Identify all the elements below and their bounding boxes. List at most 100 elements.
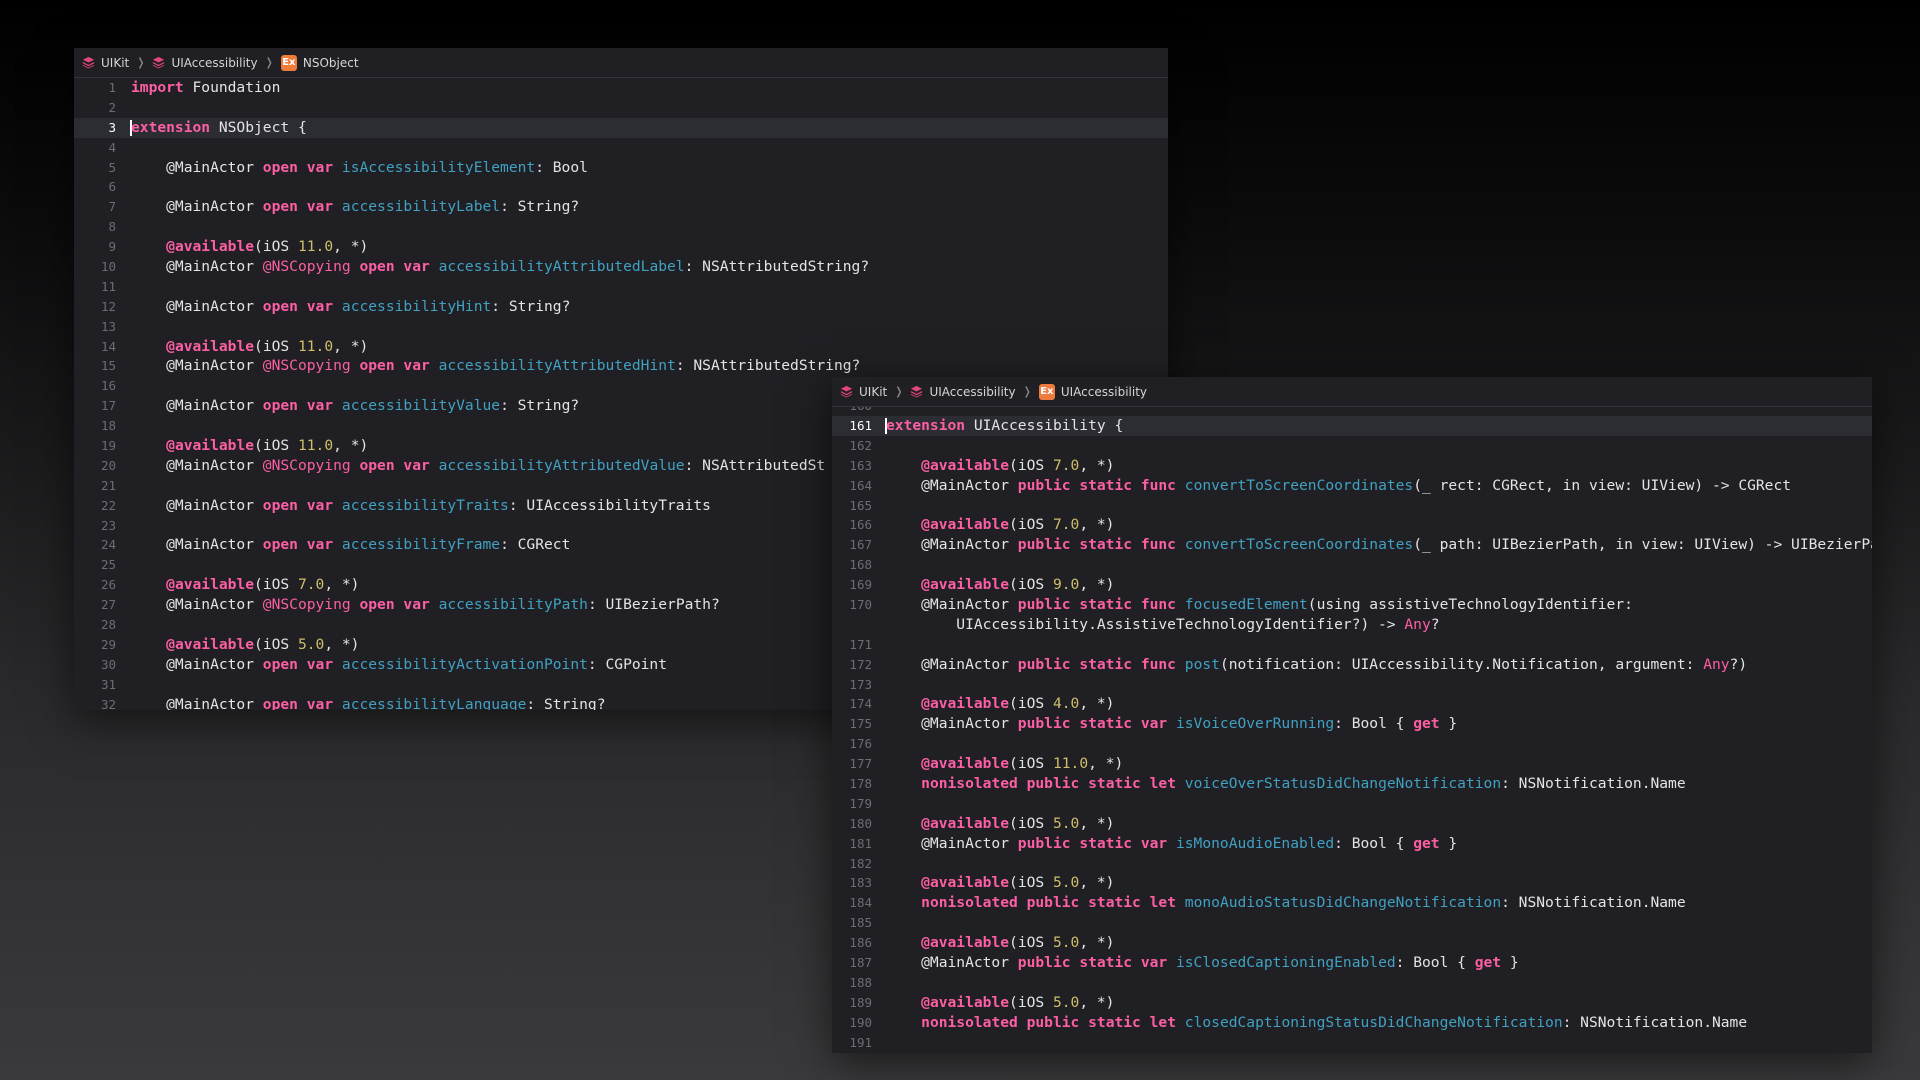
code-line[interactable]: 171 [832,635,1872,655]
line-number: 167 [849,537,872,553]
code-line[interactable]: 172 @MainActor public static func post(n… [832,655,1872,675]
code-line[interactable]: 174 @available(iOS 4.0, *) [832,694,1872,714]
code-line[interactable]: 175 @MainActor public static var isVoice… [832,714,1872,734]
code-token: public [1017,715,1071,733]
code-line[interactable]: 10 @MainActor @NSCopying open var access… [74,257,1168,277]
breadcrumb-item[interactable]: UIKit [840,385,887,399]
line-number: 7 [108,199,116,215]
code-line[interactable]: 166 @available(iOS 7.0, *) [832,515,1872,535]
code-token: var [306,397,334,415]
code-line[interactable]: 11 [74,277,1168,297]
code-line[interactable]: 164 @MainActor public static func conver… [832,476,1872,496]
code-token: (iOS [1009,695,1053,713]
code-token: 7.0 [297,576,325,594]
code-line[interactable]: 13 [74,317,1168,337]
code-token: ?) [1729,655,1748,673]
code-line[interactable]: 7 @MainActor open var accessibilityLabel… [74,197,1168,217]
code-token: (iOS [1009,576,1053,594]
line-number: 172 [849,656,872,672]
code-line[interactable]: 1 import Foundation [74,78,1168,98]
line-content: @available(iOS 9.0, *) [872,575,1114,595]
code-line[interactable]: 5 @MainActor open var isAccessibilityEle… [74,158,1168,178]
code-token: var [306,536,334,554]
code-line[interactable]: 9 @available(iOS 11.0, *) [74,237,1168,257]
code-token: func [1140,536,1176,554]
line-content: @MainActor public static func convertToS… [872,476,1791,496]
line-content [116,317,131,337]
code-line[interactable]: 163 @available(iOS 7.0, *) [832,456,1872,476]
code-area[interactable]: 160 161extension UIAccessibility {162163… [832,407,1872,1053]
editor-right[interactable]: UIKit ❭ UIAccessibility ❭ Ex UIAccessibility … [832,377,1872,1053]
code-token: public [1017,596,1071,614]
line-content: @available(iOS 11.0, *) [116,237,368,257]
code-line[interactable]: 179 [832,794,1872,814]
code-token: extension [131,118,211,136]
code-line[interactable]: 3 extension NSObject { [74,117,1168,138]
code-line[interactable]: 167 @MainActor public static func conver… [832,535,1872,555]
code-line[interactable]: 168 [832,555,1872,575]
code-token: let [1149,1013,1176,1031]
code-line[interactable]: 192 @available(iOS 6.0, *) [832,1053,1872,1054]
line-number: 14 [100,338,116,354]
code-token: static [1079,655,1133,673]
line-number: 29 [100,636,116,652]
code-line[interactable]: 189 @available(iOS 5.0, *) [832,993,1872,1013]
code-line[interactable]: 185 [832,913,1872,933]
code-token: var [1140,715,1168,733]
code-token: Any [1404,615,1431,633]
code-line[interactable]: 12 @MainActor open var accessibilityHint… [74,297,1168,317]
code-token: public [1026,775,1080,793]
code-line[interactable]: 2 [74,98,1168,118]
code-line[interactable]: 6 [74,177,1168,197]
code-token: : NSAttributedString? [675,357,861,375]
code-line[interactable]: 165 [832,496,1872,516]
code-line[interactable]: 178 nonisolated public static let voiceO… [832,774,1872,794]
code-line[interactable]: 162 [832,436,1872,456]
code-line[interactable]: 14 @available(iOS 11.0, *) [74,337,1168,357]
line-number: 25 [100,557,116,573]
code-line[interactable]: 187 @MainActor public static var isClose… [832,953,1872,973]
code-line[interactable]: 191 [832,1033,1872,1053]
code-token: UIAccessibility.AssistiveTechnologyIdent… [886,615,1405,633]
code-line[interactable]: 181 @MainActor public static var isMonoA… [832,834,1872,854]
breadcrumb-item[interactable]: UIAccessibility [910,385,1016,399]
code-line[interactable]: 161 extension UIAccessibility { [832,416,1872,436]
breadcrumb-item[interactable]: Ex NSObject [280,54,359,71]
code-token: open [262,655,298,673]
code-line[interactable]: 183 @available(iOS 5.0, *) [832,873,1872,893]
breadcrumb-item[interactable]: Ex UIAccessibility [1038,383,1147,400]
code-line[interactable]: 15 @MainActor @NSCopying open var access… [74,356,1168,376]
code-line[interactable]: 8 [74,217,1168,237]
code-line[interactable]: 177 @available(iOS 11.0, *) [832,754,1872,774]
code-line[interactable]: UIAccessibility.AssistiveTechnologyIdent… [832,615,1872,635]
code-line[interactable]: 169 @available(iOS 9.0, *) [832,575,1872,595]
line-number: 174 [849,696,872,712]
code-line[interactable]: 4 [74,138,1168,158]
code-line[interactable]: 180 @available(iOS 5.0, *) [832,814,1872,834]
breadcrumb-item[interactable]: UIKit [82,56,129,70]
code-line[interactable]: 184 nonisolated public static let monoAu… [832,893,1872,913]
code-line[interactable]: 190 nonisolated public static let closed… [832,1013,1872,1033]
code-line[interactable]: 170 @MainActor public static func focuse… [832,595,1872,615]
code-line[interactable]: 173 [832,675,1872,695]
code-token: , *) [1088,755,1124,773]
code-token: accessibilityValue [341,397,501,415]
code-token: (iOS [1009,456,1053,474]
code-line[interactable]: 186 @available(iOS 5.0, *) [832,933,1872,953]
code-line[interactable]: 182 [832,854,1872,874]
code-line[interactable]: 176 [832,734,1872,754]
code-token: accessibilityPath [438,596,588,614]
breadcrumb-item[interactable]: UIAccessibility [152,56,258,70]
line-number: 30 [100,656,116,672]
code-line[interactable]: 188 [832,973,1872,993]
code-token: 5.0 [1052,993,1080,1011]
line-content: @available(iOS 11.0, *) [116,337,368,357]
jump-bar: UIKit ❭ UIAccessibility ❭ Ex UIAccessibility [832,377,1872,407]
